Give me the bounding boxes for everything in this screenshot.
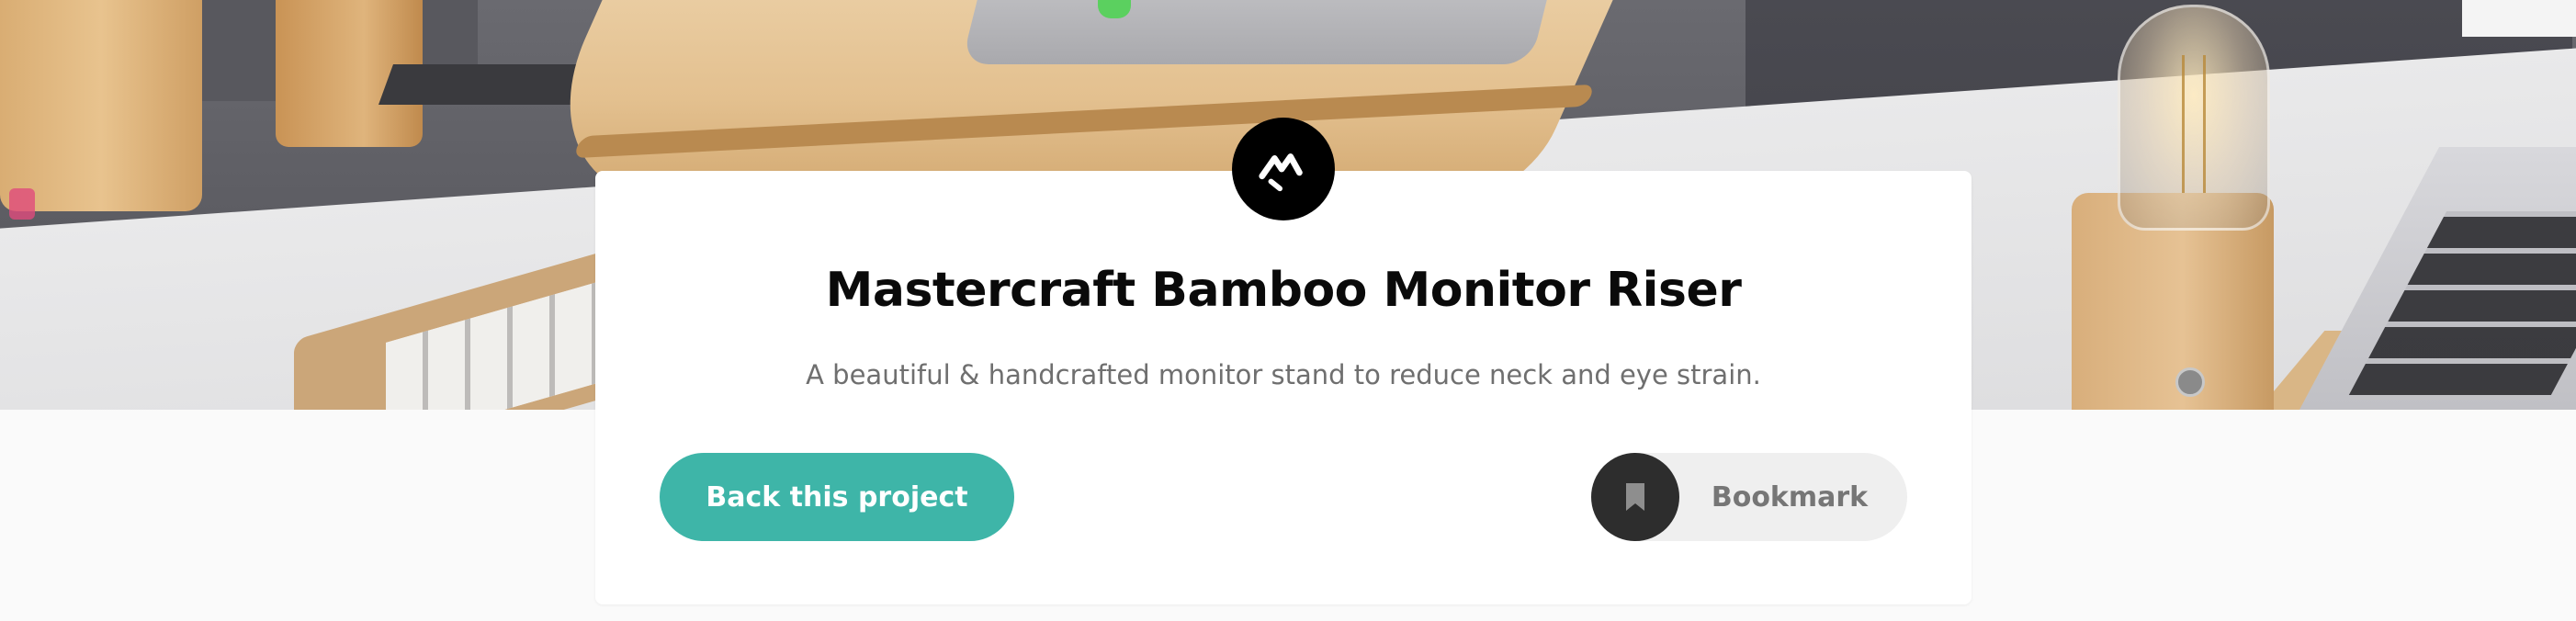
brand-logo-icon <box>1232 118 1335 220</box>
bookmark-label: Bookmark <box>1711 480 1869 514</box>
project-title: Mastercraft Bamboo Monitor Riser <box>825 263 1742 318</box>
project-card: Mastercraft Bamboo Monitor Riser A beaut… <box>595 171 1972 604</box>
project-page: Mastercraft Bamboo Monitor Riser A beaut… <box>0 0 2576 621</box>
back-project-label: Back this project <box>706 480 968 514</box>
bookmark-button[interactable]: Bookmark <box>1591 453 1907 541</box>
bookmark-icon <box>1591 453 1679 541</box>
project-subtitle: A beautiful & handcrafted monitor stand … <box>806 359 1761 390</box>
back-project-button[interactable]: Back this project <box>660 453 1014 541</box>
